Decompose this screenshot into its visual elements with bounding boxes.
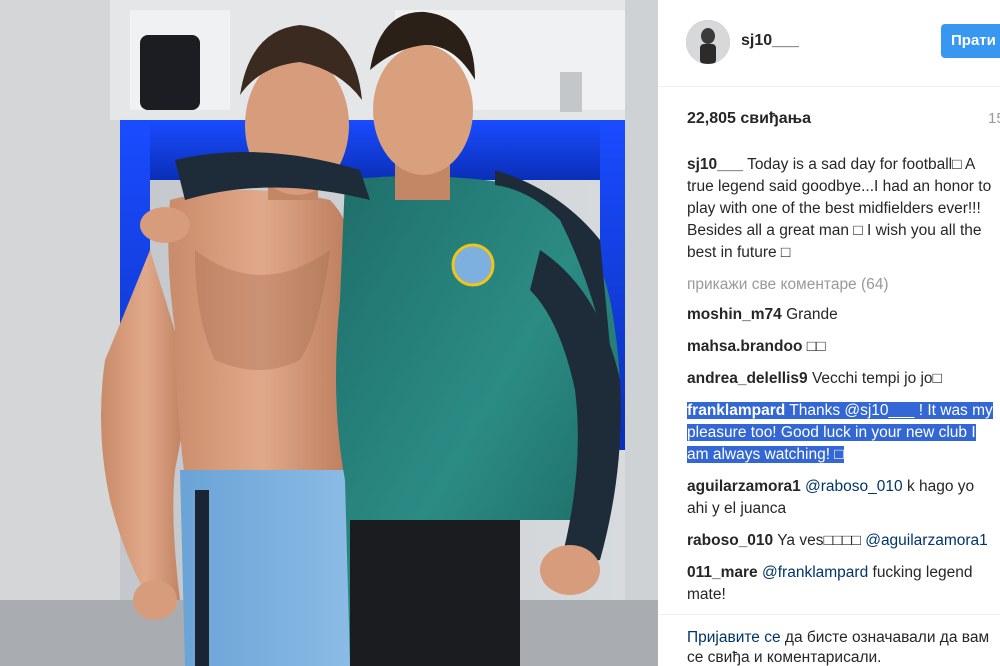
- profile-photo-icon: [686, 20, 730, 64]
- comments-list: sj10___ Today is a sad day for football□…: [687, 154, 999, 614]
- post-time[interactable]: 15: [988, 110, 1000, 127]
- comment-username[interactable]: mahsa.brandoo: [687, 338, 802, 355]
- comment-username[interactable]: moshin_m74: [687, 306, 782, 323]
- comment-item: andrea_delellis9 Vecchi tempi jo jo□: [687, 368, 999, 390]
- comment-text: □□: [806, 338, 826, 355]
- comment-text: Vecchi tempi jo jo□: [811, 370, 942, 387]
- comment-body: raboso_010 Ya ves□□□□ @aguilarzamora1: [687, 532, 988, 549]
- comment-text: Ya ves□□□□: [777, 532, 866, 549]
- comment-body: aguilarzamora1 @raboso_010 k hago yo ahi…: [687, 478, 974, 517]
- comment-item: aguilarzamora1 @raboso_010 k hago yo ahi…: [687, 476, 999, 520]
- login-link[interactable]: Пријавите се: [687, 629, 781, 646]
- post-photo[interactable]: [0, 0, 658, 666]
- comment-body: mahsa.brandoo □□: [687, 338, 825, 355]
- locker-room-photo: [0, 0, 658, 666]
- comment-mention[interactable]: @sj10___: [844, 402, 914, 419]
- post-username[interactable]: sj10___: [741, 32, 799, 50]
- comment-item: mahsa.brandoo □□: [687, 336, 999, 358]
- caption: sj10___ Today is a sad day for football□…: [687, 154, 999, 264]
- comment-text: Thanks: [789, 402, 845, 419]
- comment-username[interactable]: aguilarzamora1: [687, 478, 801, 495]
- comment-item: moshin_m74 Grande: [687, 304, 999, 326]
- comment-item: raboso_010 Ya ves□□□□ @aguilarzamora1: [687, 530, 999, 552]
- comment-username[interactable]: raboso_010: [687, 532, 773, 549]
- comment-username[interactable]: 011_mare: [687, 564, 758, 581]
- comment-body: andrea_delellis9 Vecchi tempi jo jo□: [687, 370, 942, 387]
- comment-body: 011_mare @franklampard fucking legend ma…: [687, 564, 972, 603]
- comment-body: moshin_m74 Grande: [687, 306, 838, 323]
- comment-username[interactable]: andrea_delellis9: [687, 370, 808, 387]
- post-header: sj10___ Прати: [658, 0, 1000, 87]
- post-side-panel: sj10___ Прати 22,805 свиђања 15 sj10___ …: [658, 0, 1000, 666]
- avatar[interactable]: [686, 20, 730, 64]
- login-prompt: Пријавите се да бисте означавали да вам …: [687, 628, 999, 666]
- caption-username[interactable]: sj10___: [687, 156, 743, 173]
- comment-mention[interactable]: @raboso_010: [805, 478, 903, 495]
- follow-button[interactable]: Прати: [941, 24, 1000, 58]
- comment-item: franklampard Thanks @sj10___ ! It was my…: [687, 400, 999, 466]
- comment-body: franklampard Thanks @sj10___ ! It was my…: [687, 402, 993, 463]
- comment-username[interactable]: franklampard: [687, 402, 785, 419]
- comment-item: 011_mare @franklampard fucking legend ma…: [687, 562, 999, 606]
- likes-count[interactable]: 22,805 свиђања: [687, 110, 811, 128]
- likes-row: 22,805 свиђања 15: [658, 86, 1000, 138]
- comment-mention[interactable]: @aguilarzamora1: [865, 532, 988, 549]
- comment-mention[interactable]: @franklampard: [762, 564, 868, 581]
- divider: [658, 614, 1000, 615]
- show-all-comments-link[interactable]: прикажи све коментаре (64): [687, 274, 999, 296]
- comment-text: Grande: [786, 306, 838, 323]
